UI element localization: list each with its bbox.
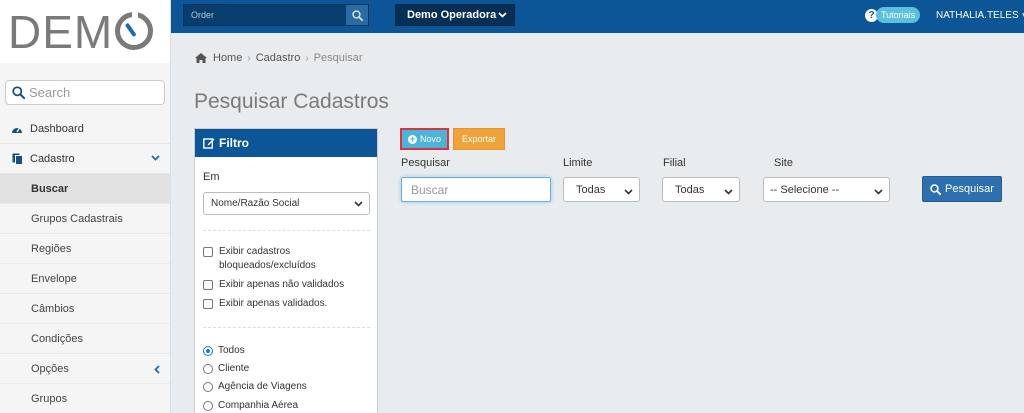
tutoriais-badge[interactable]: Tutoriais — [876, 7, 921, 23]
site-value: -- Selecione -- — [770, 183, 840, 196]
limite-value: Todas — [576, 183, 606, 196]
user-name: NATHALIA.TELES — [936, 10, 1019, 21]
order-search[interactable] — [183, 4, 369, 26]
sidebar-subitem-buscar[interactable]: Buscar — [0, 174, 170, 204]
radio-button[interactable] — [203, 381, 213, 392]
checkbox[interactable] — [203, 299, 213, 309]
buscar-input[interactable] — [401, 177, 551, 202]
radio-todos[interactable]: Todos — [203, 345, 245, 356]
chevron-down-icon — [874, 187, 883, 197]
radio-agencia-de-viagens[interactable]: Agência de Viagens — [203, 381, 307, 392]
filter-panel: Filtro Em Nome/Razão Social Exibir cadas… — [194, 128, 378, 413]
checkbox[interactable] — [203, 247, 213, 257]
sidebar-subitem-opcoes[interactable]: Opções — [0, 354, 170, 384]
checkbox-label: Exibir cadastros bloqueados/excluídos — [219, 246, 316, 271]
order-input[interactable] — [184, 5, 346, 25]
operadora-value: Demo Operadora — [407, 9, 497, 21]
filial-select[interactable]: Todas — [662, 177, 740, 202]
sidebar-subitem-grupos-cadastrais[interactable]: Grupos Cadastrais — [0, 204, 170, 234]
user-menu[interactable]: NATHALIA.TELES▼ — [936, 10, 1024, 21]
radio-button[interactable] — [203, 345, 213, 356]
filter-header: Filtro — [195, 129, 377, 157]
sidebar-subitem-label: Opções — [31, 362, 69, 375]
novo-button[interactable]: + Novo — [400, 128, 449, 150]
site-select[interactable]: -- Selecione -- — [763, 177, 890, 202]
breadcrumb-separator: › — [247, 52, 251, 64]
sidebar-subitem-condicoes[interactable]: Condições — [0, 324, 170, 354]
limite-label: Limite — [563, 157, 593, 169]
operadora-select[interactable]: Demo Operadora — [395, 4, 515, 26]
search-icon — [351, 9, 363, 21]
logo-text: DEM — [8, 9, 154, 55]
search-icon — [12, 86, 25, 99]
divider — [203, 327, 370, 328]
sidebar-nav: Dashboard Cadastro Buscar Grupos Cadastr… — [0, 114, 170, 413]
checkbox-label: Exibir apenas não validados — [219, 279, 345, 290]
sidebar-search[interactable] — [5, 80, 165, 105]
sidebar-item-label: Dashboard — [30, 122, 84, 135]
pesquisar-button[interactable]: Pesquisar — [922, 176, 1002, 202]
sidebar-item-label: Cadastro — [30, 152, 75, 165]
logo-gauge-icon — [115, 11, 154, 50]
caret-down-icon: ▼ — [1021, 11, 1024, 20]
checkbox-exibir-bloqueados[interactable]: Exibir cadastros bloqueados/excluídos — [203, 245, 316, 273]
sidebar-search-input[interactable] — [29, 85, 149, 100]
checkbox-validados[interactable]: Exibir apenas validados. — [203, 297, 327, 311]
filial-label: Filial — [663, 157, 686, 169]
files-icon — [11, 153, 23, 165]
radio-label: Todos — [218, 345, 245, 356]
page-title: Pesquisar Cadastros — [194, 90, 389, 113]
em-select[interactable]: Nome/Razão Social — [203, 192, 370, 215]
pesquisar-button-label: Pesquisar — [945, 183, 994, 195]
chevron-down-icon — [151, 153, 160, 164]
home-icon — [195, 53, 207, 63]
novo-label: Novo — [419, 134, 441, 144]
plus-circle-icon: + — [407, 133, 417, 144]
breadcrumb-current: Pesquisar — [313, 52, 363, 64]
checkbox-label: Exibir apenas validados. — [219, 298, 328, 309]
em-label: Em — [203, 171, 220, 183]
radio-button[interactable] — [203, 363, 213, 374]
sidebar-subitem-envelope[interactable]: Envelope — [0, 264, 170, 294]
sidebar-item-cadastro[interactable]: Cadastro — [0, 144, 170, 174]
breadcrumb: Home › Cadastro › Pesquisar — [195, 52, 363, 64]
top-bar: Demo Operadora ? Tutoriais NATHALIA.TELE… — [171, 0, 1024, 33]
edit-icon — [203, 138, 215, 149]
chevron-left-icon — [154, 365, 160, 377]
breadcrumb-cadastro[interactable]: Cadastro — [256, 52, 301, 64]
radio-cliente[interactable]: Cliente — [203, 363, 249, 374]
chevron-down-icon — [724, 187, 733, 197]
sidebar-subitem-grupos[interactable]: Grupos — [0, 384, 170, 413]
sidebar-subitem-regioes[interactable]: Regiões — [0, 234, 170, 264]
chevron-down-icon — [354, 199, 363, 209]
radio-companhia-aerea[interactable]: Companhia Aérea — [203, 400, 298, 411]
radio-button[interactable] — [203, 400, 213, 411]
site-label: Site — [774, 157, 793, 169]
sidebar-subitem-cambios[interactable]: Câmbios — [0, 294, 170, 324]
limite-select[interactable]: Todas — [563, 177, 640, 202]
sidebar-item-dashboard[interactable]: Dashboard — [0, 114, 170, 144]
em-select-value: Nome/Razão Social — [211, 198, 300, 209]
breadcrumb-separator: › — [305, 52, 309, 64]
exportar-button[interactable]: Exportar — [453, 128, 505, 150]
radio-label: Agência de Viagens — [218, 381, 307, 392]
order-search-button[interactable] — [346, 5, 368, 25]
checkbox[interactable] — [203, 280, 213, 290]
chevron-down-icon — [498, 10, 507, 20]
logo[interactable]: DEM — [0, 0, 170, 63]
search-icon — [930, 183, 942, 195]
radio-label: Cliente — [218, 363, 250, 374]
breadcrumb-home[interactable]: Home — [213, 52, 242, 64]
dashboard-icon — [11, 123, 23, 135]
filial-value: Todas — [675, 183, 705, 196]
pesquisar-label: Pesquisar — [401, 157, 450, 169]
filter-title: Filtro — [219, 136, 249, 150]
checkbox-nao-validados[interactable]: Exibir apenas não validados — [203, 278, 344, 292]
chevron-down-icon — [624, 187, 633, 197]
radio-label: Companhia Aérea — [218, 400, 299, 411]
sidebar: DEM Dashboard Cadastro Buscar Grupos Cad… — [0, 0, 171, 413]
divider — [203, 230, 370, 231]
